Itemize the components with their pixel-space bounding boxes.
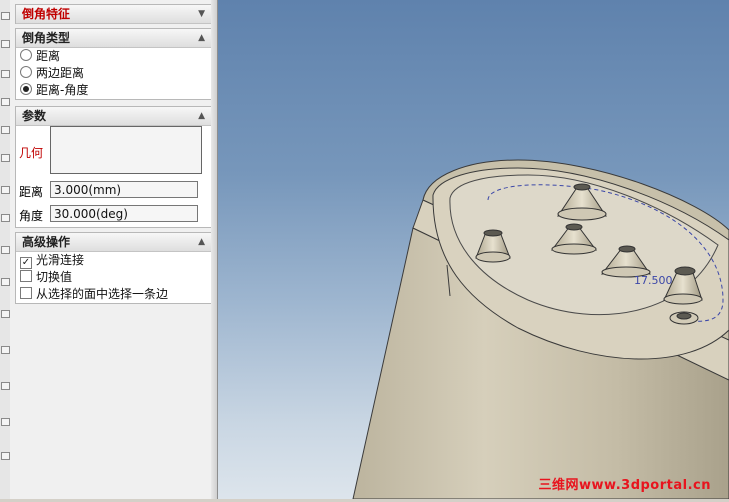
toolbar-icon[interactable] xyxy=(1,98,10,106)
advanced-header-label: 高级操作 xyxy=(22,235,71,249)
radio-selected-icon[interactable] xyxy=(20,83,32,95)
distance-field[interactable]: 3.000(mm) xyxy=(50,181,198,198)
option-label: 距离 xyxy=(36,49,61,63)
toolbar-icon[interactable] xyxy=(1,12,10,20)
chamfer-type-option-distance-angle[interactable]: 距离-角度 xyxy=(16,82,211,99)
feature-title-section: 倒角特征 ▼ xyxy=(15,4,212,24)
parameters-header-label: 参数 xyxy=(22,109,47,123)
toolbar-icon[interactable] xyxy=(1,126,10,134)
option-label: 距离-角度 xyxy=(36,83,89,97)
angle-row: 角度 30.000(deg) xyxy=(16,205,211,224)
chamfer-type-header[interactable]: 倒角类型 ▲ xyxy=(16,29,211,48)
option-label: 两边距离 xyxy=(36,66,85,80)
toolbar-icon[interactable] xyxy=(1,186,10,194)
distance-label: 距离 xyxy=(19,185,44,199)
dimension-label[interactable]: 17.500 xyxy=(634,274,673,287)
toolbar-icon[interactable] xyxy=(1,382,10,390)
chamfered-hole[interactable] xyxy=(669,311,699,325)
smooth-connect-option[interactable]: ✓ 光滑连接 xyxy=(16,252,211,269)
chamfer-type-header-label: 倒角类型 xyxy=(22,31,71,45)
property-panel: 倒角特征 ▼ 倒角类型 ▲ 距离 两边距离 距离-角度 参数 ▲ 几何 距离 3… xyxy=(10,0,212,499)
select-edge-from-face-option[interactable]: 从选择的面中选择一条边 xyxy=(16,286,211,303)
toolbar-icon[interactable] xyxy=(1,70,10,78)
radio-icon[interactable] xyxy=(20,66,32,78)
cad-model: 17.500 xyxy=(352,159,729,500)
toggle-value-option[interactable]: 切换值 xyxy=(16,269,211,286)
collapse-chevron-icon[interactable]: ▲ xyxy=(198,233,205,251)
angle-label: 角度 xyxy=(19,209,44,223)
toolbar-icon[interactable] xyxy=(1,154,10,162)
checkbox-icon[interactable] xyxy=(20,270,32,282)
toolbar-icon[interactable] xyxy=(1,40,10,48)
toolbar-icon[interactable] xyxy=(1,346,10,354)
option-label: 切换值 xyxy=(36,270,73,284)
checkbox-icon[interactable] xyxy=(20,287,32,299)
watermark-text: 三维网www.3dportal.cn xyxy=(538,478,711,493)
chamfer-type-option-distance[interactable]: 距离 xyxy=(16,48,211,65)
cylinder-body[interactable] xyxy=(352,159,729,500)
chamfer-type-option-two-distances[interactable]: 两边距离 xyxy=(16,65,211,82)
3d-viewport[interactable]: 17.500 三维网www.3dportal.cn xyxy=(218,0,729,500)
feature-title[interactable]: 倒角特征 ▼ xyxy=(16,5,211,24)
toolbar-icon[interactable] xyxy=(1,418,10,426)
collapse-chevron-icon[interactable]: ▼ xyxy=(198,5,205,23)
chamfer-type-section: 倒角类型 ▲ 距离 两边距离 距离-角度 xyxy=(15,28,212,100)
option-label: 从选择的面中选择一条边 xyxy=(36,287,169,301)
geometry-selection-box[interactable] xyxy=(50,126,202,174)
distance-row: 距离 3.000(mm) xyxy=(16,181,211,200)
toolbar-icon[interactable] xyxy=(1,452,10,460)
panel-splitter[interactable] xyxy=(211,0,218,499)
parameters-section: 参数 ▲ 几何 距离 3.000(mm) 角度 30.000(deg) xyxy=(15,106,212,228)
feature-title-label: 倒角特征 xyxy=(22,7,71,21)
toolbar-icon[interactable] xyxy=(1,246,10,254)
angle-field[interactable]: 30.000(deg) xyxy=(50,205,198,222)
collapse-chevron-icon[interactable]: ▲ xyxy=(198,29,205,47)
parameters-header[interactable]: 参数 ▲ xyxy=(16,107,211,126)
checkbox-checked-icon[interactable]: ✓ xyxy=(20,257,32,269)
collapse-chevron-icon[interactable]: ▲ xyxy=(198,107,205,125)
geometry-label: 几何 xyxy=(19,146,44,160)
advanced-header[interactable]: 高级操作 ▲ xyxy=(16,233,211,252)
option-label: 光滑连接 xyxy=(36,253,85,267)
toolbar-icon[interactable] xyxy=(1,310,10,318)
toolbar-icon[interactable] xyxy=(1,278,10,286)
radio-icon[interactable] xyxy=(20,49,32,61)
advanced-section: 高级操作 ▲ ✓ 光滑连接 切换值 从选择的面中选择一条边 xyxy=(15,232,212,304)
toolbar-icon[interactable] xyxy=(1,214,10,222)
